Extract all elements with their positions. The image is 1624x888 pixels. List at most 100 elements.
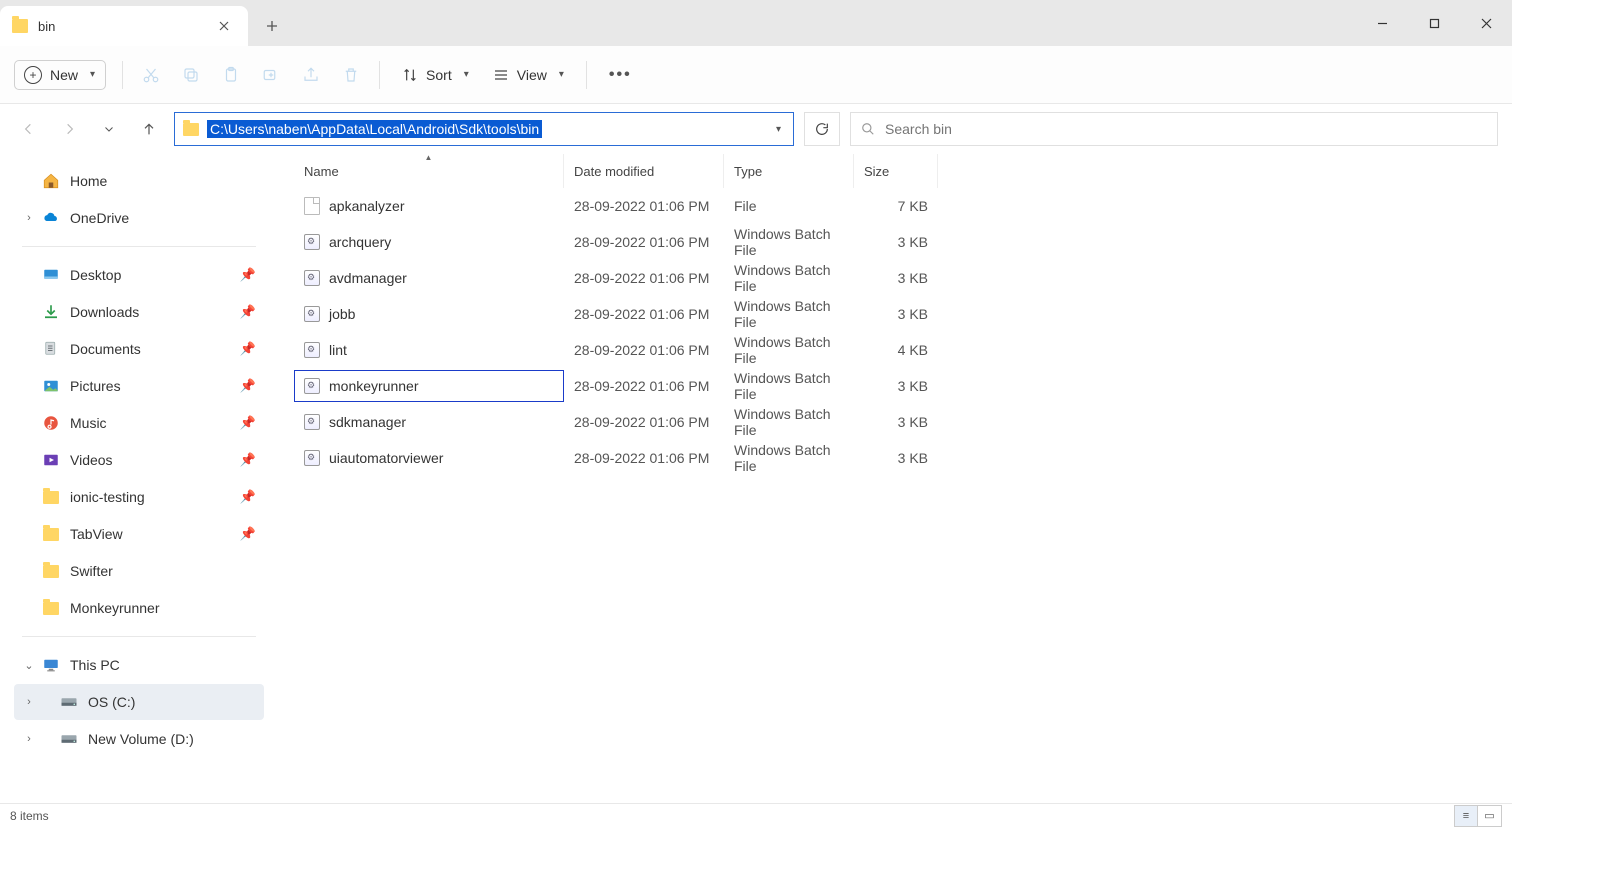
- column-date[interactable]: Date modified: [564, 154, 724, 188]
- refresh-button[interactable]: [804, 112, 840, 146]
- address-history-dropdown[interactable]: ▾: [772, 120, 785, 139]
- sidebar-item-onedrive[interactable]: ›OneDrive: [14, 200, 264, 236]
- sidebar-item-monkeyrunner[interactable]: Monkeyrunner: [14, 590, 264, 626]
- share-icon: [299, 63, 323, 87]
- cell-date: 28-09-2022 01:06 PM: [564, 378, 724, 394]
- file-name: sdkmanager: [329, 414, 406, 430]
- sidebar-item-label: OS (C:): [88, 694, 135, 710]
- cell-name: jobb: [294, 298, 564, 330]
- sidebar-item-desktop[interactable]: Desktop📌: [14, 257, 264, 293]
- minimize-button[interactable]: [1356, 0, 1408, 46]
- column-name[interactable]: ▲ Name: [294, 154, 564, 188]
- file-name: apkanalyzer: [329, 198, 405, 214]
- nav-row: C:\Users\naben\AppData\Local\Android\Sdk…: [0, 104, 1512, 154]
- cell-size: 7 KB: [854, 198, 938, 214]
- delete-icon: [339, 63, 363, 87]
- videos-icon: [42, 451, 60, 469]
- status-bar: 8 items ≡ ▭: [0, 803, 1512, 827]
- sidebar-item-pictures[interactable]: Pictures📌: [14, 368, 264, 404]
- sort-button[interactable]: Sort ▾: [396, 63, 475, 87]
- cell-name: avdmanager: [294, 262, 564, 294]
- new-label: New: [50, 67, 78, 83]
- folder-icon: [12, 19, 28, 33]
- file-row[interactable]: jobb28-09-2022 01:06 PMWindows Batch Fil…: [270, 296, 1512, 332]
- chevron-icon[interactable]: ⌄: [22, 659, 36, 672]
- folder-icon: [42, 562, 60, 580]
- batch-file-icon: [304, 234, 320, 250]
- column-size[interactable]: Size: [854, 154, 938, 188]
- file-name: jobb: [329, 306, 355, 322]
- tab-current[interactable]: bin: [0, 6, 248, 46]
- folder-icon: [42, 599, 60, 617]
- batch-file-icon: [304, 414, 320, 430]
- batch-file-icon: [304, 306, 320, 322]
- file-name: archquery: [329, 234, 391, 250]
- new-button[interactable]: + New ▾: [14, 60, 106, 90]
- more-button[interactable]: •••: [603, 62, 638, 88]
- new-tab-button[interactable]: [252, 6, 292, 46]
- cell-name: archquery: [294, 226, 564, 258]
- clipboard-group: [139, 63, 363, 87]
- sidebar-item-label: Downloads: [70, 304, 139, 320]
- maximize-button[interactable]: [1408, 0, 1460, 46]
- separator: [379, 61, 380, 89]
- plus-circle-icon: +: [24, 66, 42, 84]
- file-name: monkeyrunner: [329, 378, 419, 394]
- sidebar-item-videos[interactable]: Videos📌: [14, 442, 264, 478]
- sidebar-item-label: Home: [70, 173, 107, 189]
- cell-date: 28-09-2022 01:06 PM: [564, 450, 724, 466]
- file-row[interactable]: archquery 28-09-2022 01:06 PMWindows Batc…: [270, 224, 1512, 260]
- column-headers[interactable]: ▲ Name Date modified Type Size: [270, 154, 1512, 188]
- sidebar-item-downloads[interactable]: Downloads 📌: [14, 294, 264, 330]
- separator: [22, 246, 256, 247]
- nav-sidebar[interactable]: Home ›OneDrive Desktop📌 Downloads 📌 Documents…: [0, 154, 270, 803]
- sidebar-item-music[interactable]: Music📌: [14, 405, 264, 441]
- search-box[interactable]: [850, 112, 1498, 146]
- sidebar-item-swifter[interactable]: Swifter: [14, 553, 264, 589]
- sidebar-item-this-pc[interactable]: ⌄This PC: [14, 647, 264, 683]
- column-type[interactable]: Type: [724, 154, 854, 188]
- file-row[interactable]: apkanalyzer28-09-2022 01:06 PMFile7 KB: [270, 188, 1512, 224]
- sidebar-item-documents[interactable]: Documents📌: [14, 331, 264, 367]
- file-row[interactable]: avdmanager28-09-2022 01:06 PMWindows Bat…: [270, 260, 1512, 296]
- file-row[interactable]: uiautomatorviewer28-09-2022 01:06 PMWind…: [270, 440, 1512, 476]
- cut-icon: [139, 63, 163, 87]
- address-bar[interactable]: C:\Users\naben\AppData\Local\Android\Sdk…: [174, 112, 794, 146]
- icons-view-button[interactable]: ▭: [1478, 805, 1502, 827]
- pin-icon: 📌: [240, 304, 256, 320]
- file-row[interactable]: lint28-09-2022 01:06 PMWindows Batch Fil…: [270, 332, 1512, 368]
- view-toggle: ≡ ▭: [1454, 805, 1502, 827]
- sidebar-item-label: Pictures: [70, 378, 121, 394]
- chevron-icon[interactable]: ›: [22, 212, 36, 224]
- thispc-icon: [42, 656, 60, 674]
- pin-icon: 📌: [240, 526, 256, 542]
- sidebar-item-home[interactable]: Home: [14, 163, 264, 199]
- details-view-button[interactable]: ≡: [1454, 805, 1478, 827]
- sidebar-item-new-volume-d-[interactable]: ›New Volume (D:): [14, 721, 264, 757]
- column-name-label: Name: [304, 164, 339, 179]
- cell-date: 28-09-2022 01:06 PM: [564, 234, 724, 250]
- tab-close-button[interactable]: [210, 12, 238, 40]
- sidebar-item-label: Music: [70, 415, 107, 431]
- search-input[interactable]: [885, 121, 1487, 137]
- view-button[interactable]: View ▾: [487, 63, 570, 87]
- sidebar-item-os-c-[interactable]: › OS (C:): [14, 684, 264, 720]
- recent-dropdown[interactable]: [94, 114, 124, 144]
- sidebar-item-ionic-testing[interactable]: ionic-testing📌: [14, 479, 264, 515]
- cell-type: Windows Batch File: [724, 442, 854, 474]
- sort-label: Sort: [426, 67, 452, 83]
- file-row[interactable]: sdkmanager28-09-2022 01:06 PMWindows Bat…: [270, 404, 1512, 440]
- chevron-icon[interactable]: ›: [22, 733, 36, 745]
- pin-icon: 📌: [240, 452, 256, 468]
- cell-type: Windows Batch File: [724, 226, 854, 258]
- chevron-icon[interactable]: ›: [22, 696, 36, 708]
- sidebar-item-label: TabView: [70, 526, 123, 542]
- title-bar: bin: [0, 0, 1512, 46]
- sidebar-item-tabview[interactable]: TabView 📌: [14, 516, 264, 552]
- cell-size: 3 KB: [854, 450, 938, 466]
- cell-name: apkanalyzer: [294, 190, 564, 222]
- close-window-button[interactable]: [1460, 0, 1512, 46]
- cell-name: monkeyrunner: [294, 370, 564, 402]
- file-row[interactable]: monkeyrunner28-09-2022 01:06 PMWindows B…: [270, 368, 1512, 404]
- up-button[interactable]: [134, 114, 164, 144]
